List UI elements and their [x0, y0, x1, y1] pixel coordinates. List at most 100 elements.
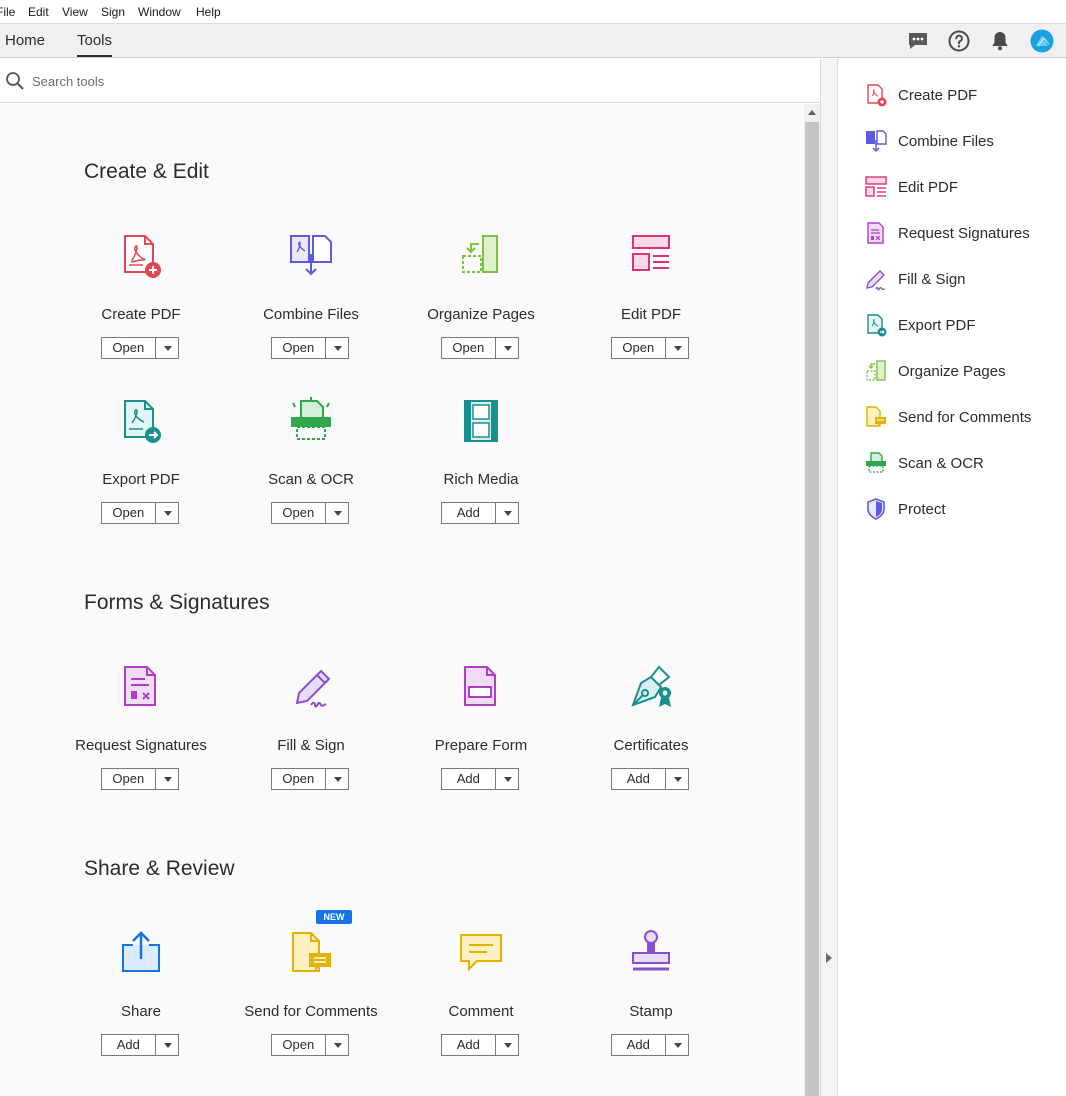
tool-create-pdf: Create PDF Open [56, 232, 226, 372]
help-icon[interactable] [947, 29, 971, 53]
dropdown-arrow-icon[interactable] [324, 1035, 348, 1055]
create-pdf-icon[interactable] [117, 232, 165, 280]
panel-item-export-pdf[interactable]: Export PDF [864, 313, 976, 337]
menu-window[interactable]: Window [138, 5, 181, 19]
edit-pdf-icon[interactable] [627, 232, 675, 280]
dropdown-arrow-icon[interactable] [494, 1035, 518, 1055]
dropdown-arrow-icon[interactable] [154, 1035, 178, 1055]
share-icon[interactable] [117, 929, 165, 977]
comment-icon[interactable] [457, 929, 505, 977]
menu-view[interactable]: View [62, 5, 88, 19]
add-button[interactable]: Add [442, 1035, 495, 1055]
menu-help[interactable]: Help [196, 5, 221, 19]
panel-item-label: Combine Files [898, 132, 994, 150]
tool-action-button: Open [101, 337, 179, 359]
add-button[interactable]: Add [612, 769, 665, 789]
panel-item-label: Organize Pages [898, 362, 1006, 380]
tool-action-button: Open [271, 502, 349, 524]
scroll-up-arrow-icon[interactable] [808, 110, 816, 115]
dropdown-arrow-icon[interactable] [664, 338, 688, 358]
chat-icon[interactable] [906, 29, 930, 53]
panel-item-create-pdf[interactable]: Create PDF [864, 83, 977, 107]
tool-request-signatures: Request Signatures Open [56, 663, 226, 803]
panel-item-label: Scan & OCR [898, 454, 984, 472]
add-button[interactable]: Add [612, 1035, 665, 1055]
open-button[interactable]: Open [272, 1035, 325, 1055]
menu-sign[interactable]: Sign [101, 5, 125, 19]
tool-name: Create PDF [101, 306, 181, 323]
vertical-scrollbar[interactable] [804, 104, 820, 1096]
open-button[interactable]: Open [272, 338, 325, 358]
panel-item-label: Fill & Sign [898, 270, 966, 288]
certificates-icon[interactable] [627, 663, 675, 711]
combine-files-icon[interactable] [287, 232, 335, 280]
dropdown-arrow-icon[interactable] [324, 503, 348, 523]
section-title-create-edit: Create & Edit [84, 160, 209, 183]
add-button[interactable]: Add [102, 1035, 155, 1055]
panel-item-label: Protect [898, 500, 946, 518]
dropdown-arrow-icon[interactable] [324, 338, 348, 358]
tool-name: Comment [448, 1003, 514, 1020]
tab-tools[interactable]: Tools [77, 32, 113, 57]
request-signatures-icon [867, 222, 884, 244]
menu-edit[interactable]: Edit [28, 5, 49, 19]
open-button[interactable]: Open [442, 338, 495, 358]
scan-ocr-icon[interactable] [287, 397, 335, 445]
rich-media-icon[interactable] [457, 397, 505, 445]
search-tools-input[interactable] [30, 69, 534, 93]
panel-item-scan-ocr[interactable]: Scan & OCR [864, 451, 984, 475]
panel-item-organize-pages[interactable]: Organize Pages [864, 359, 1006, 383]
panel-item-protect[interactable]: Protect [864, 497, 946, 521]
tab-home[interactable]: Home [5, 32, 45, 49]
search-bar [0, 59, 820, 103]
user-avatar-icon[interactable] [1030, 29, 1054, 53]
dropdown-arrow-icon[interactable] [324, 769, 348, 789]
tool-send-for-comments: Send for Comments Open [226, 929, 396, 1069]
collapse-panel-arrow-icon[interactable] [826, 953, 832, 963]
open-button[interactable]: Open [612, 338, 665, 358]
dropdown-arrow-icon[interactable] [664, 1035, 688, 1055]
dropdown-arrow-icon[interactable] [154, 769, 178, 789]
request-signatures-icon[interactable] [117, 663, 165, 711]
panel-item-request-signatures[interactable]: Request Signatures [864, 221, 1030, 245]
add-button[interactable]: Add [442, 503, 495, 523]
prepare-form-icon[interactable] [457, 663, 505, 711]
open-button[interactable]: Open [272, 503, 325, 523]
organize-pages-icon[interactable] [457, 232, 505, 280]
add-button[interactable]: Add [442, 769, 495, 789]
export-pdf-icon[interactable] [117, 397, 165, 445]
section-title-forms-signatures: Forms & Signatures [84, 591, 270, 614]
scrollbar-thumb[interactable] [805, 122, 819, 1096]
panel-item-label: Create PDF [898, 86, 978, 104]
tool-action-button: Add [101, 1034, 179, 1056]
open-button[interactable]: Open [272, 769, 325, 789]
notifications-bell-icon[interactable] [988, 29, 1012, 53]
fill-sign-icon[interactable] [287, 663, 335, 711]
dropdown-arrow-icon[interactable] [494, 769, 518, 789]
tool-name: Export PDF [102, 471, 180, 488]
panel-item-edit-pdf[interactable]: Edit PDF [864, 175, 958, 199]
dropdown-arrow-icon[interactable] [494, 338, 518, 358]
panel-item-label: Export PDF [898, 316, 976, 334]
panel-item-send-for-comments[interactable]: Send for Comments [864, 405, 1031, 429]
menu-file[interactable]: File [0, 5, 15, 19]
send-for-comments-icon[interactable] [287, 929, 335, 977]
open-button[interactable]: Open [102, 769, 155, 789]
dropdown-arrow-icon[interactable] [154, 338, 178, 358]
open-button[interactable]: Open [102, 503, 155, 523]
dropdown-arrow-icon[interactable] [664, 769, 688, 789]
combine-files-icon [866, 130, 887, 153]
dropdown-arrow-icon[interactable] [494, 503, 518, 523]
panel-item-combine-files[interactable]: Combine Files [864, 129, 994, 153]
tool-action-button: Add [441, 768, 519, 790]
stamp-icon[interactable] [627, 929, 675, 977]
tool-certificates: Certificates Add [566, 663, 736, 803]
panel-item-fill-sign[interactable]: Fill & Sign [864, 267, 966, 291]
tool-name: Share [120, 1003, 162, 1020]
open-button[interactable]: Open [102, 338, 155, 358]
export-pdf-icon [867, 314, 887, 337]
dropdown-arrow-icon[interactable] [154, 503, 178, 523]
tool-action-button: Open [271, 768, 349, 790]
tool-action-button: Add [611, 1034, 689, 1056]
tool-scan-ocr: Scan & OCR Open [226, 397, 396, 537]
